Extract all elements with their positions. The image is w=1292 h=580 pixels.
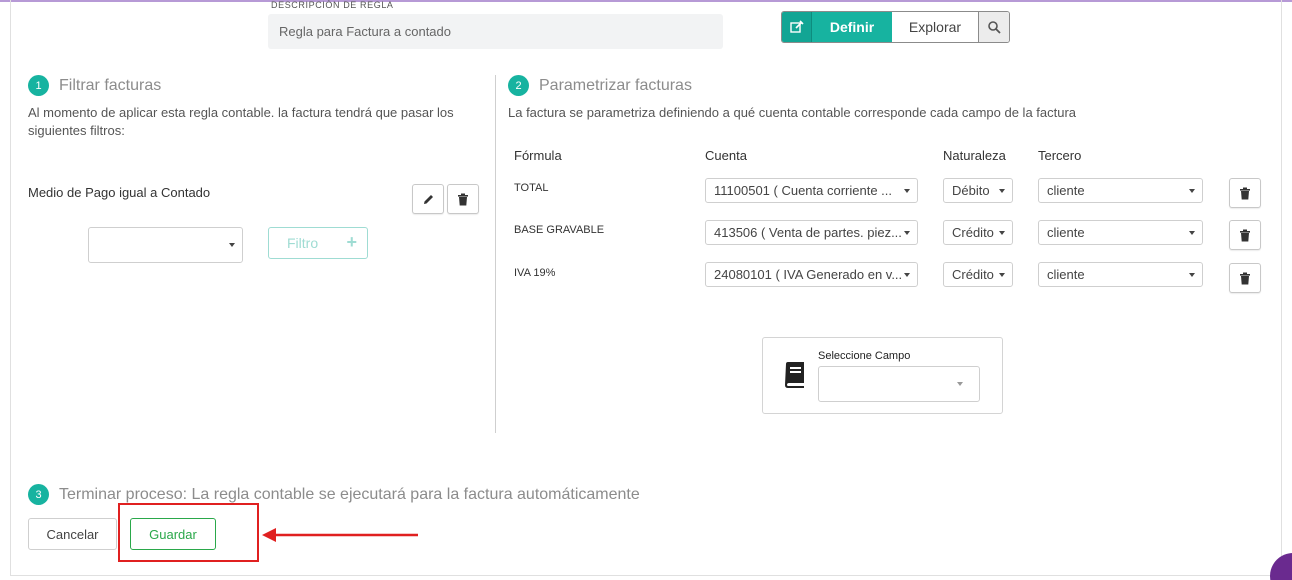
step1-title: Filtrar facturas <box>59 76 162 94</box>
tercero-select[interactable]: cliente <box>1038 220 1203 245</box>
explore-mode-button[interactable]: Explorar <box>892 12 979 42</box>
step-number-badge: 3 <box>28 484 49 505</box>
step-number-badge: 1 <box>28 75 49 96</box>
naturaleza-select[interactable]: Crédito <box>943 220 1013 245</box>
arrow-left-icon <box>262 528 418 542</box>
cuenta-select-value: 24080101 ( IVA Generado en v... <box>714 267 903 282</box>
chevron-down-icon <box>1189 230 1195 235</box>
plus-icon: + <box>346 232 357 252</box>
highlight-annotation-box <box>118 503 259 562</box>
tercero-select-value: cliente <box>1047 225 1085 240</box>
step2-help-text: La factura se parametriza definiendo a q… <box>508 105 1077 120</box>
delete-row-button[interactable] <box>1229 263 1261 293</box>
tercero-select-value: cliente <box>1047 267 1085 282</box>
chevron-down-icon <box>957 382 963 386</box>
delete-row-button[interactable] <box>1229 178 1261 208</box>
row-formula: TOTAL <box>514 182 549 194</box>
edit-filter-button[interactable] <box>412 184 444 214</box>
row-formula: BASE GRAVABLE <box>514 224 605 236</box>
trash-icon <box>1240 187 1250 199</box>
select-field-label: Seleccione Campo <box>818 350 911 362</box>
filter-field-select[interactable] <box>88 227 243 263</box>
add-filter-button[interactable]: Filtro + <box>268 227 368 259</box>
book-icon <box>785 362 804 388</box>
chevron-down-icon <box>904 272 910 277</box>
step3-header: 3 Terminar proceso: La regla contable se… <box>28 484 640 505</box>
cuenta-select-value: 11100501 ( Cuenta corriente ... <box>714 183 893 198</box>
chevron-down-icon <box>999 188 1005 193</box>
search-icon[interactable] <box>979 12 1009 42</box>
cancel-button[interactable]: Cancelar <box>28 518 117 550</box>
delete-row-button[interactable] <box>1229 220 1261 250</box>
trash-icon <box>1240 272 1250 284</box>
chevron-down-icon <box>999 230 1005 235</box>
tercero-select[interactable]: cliente <box>1038 178 1203 203</box>
column-header-cuenta: Cuenta <box>705 148 747 163</box>
filter-condition-text: Medio de Pago igual a Contado <box>28 185 211 200</box>
chevron-down-icon <box>904 188 910 193</box>
naturaleza-select-value: Crédito <box>952 267 994 282</box>
pencil-icon <box>423 194 433 204</box>
delete-filter-button[interactable] <box>447 184 479 214</box>
column-header-naturaleza: Naturaleza <box>943 148 1006 163</box>
chevron-down-icon <box>904 230 910 235</box>
naturaleza-select[interactable]: Crédito <box>943 262 1013 287</box>
trash-icon <box>458 193 468 205</box>
column-header-formula: Fórmula <box>514 148 562 163</box>
select-field-dropdown[interactable] <box>818 366 980 402</box>
tercero-select[interactable]: cliente <box>1038 262 1203 287</box>
chevron-down-icon <box>999 272 1005 277</box>
cuenta-select[interactable]: 11100501 ( Cuenta corriente ... <box>705 178 918 203</box>
row-formula: IVA 19% <box>514 267 556 279</box>
mode-toggle: Definir Explorar <box>781 11 1010 43</box>
naturaleza-select-value: Crédito <box>952 225 994 240</box>
add-filter-label: Filtro <box>287 235 319 251</box>
description-label: DESCRIPCIÓN DE REGLA <box>271 0 394 10</box>
step1-header: 1 Filtrar facturas <box>28 75 161 96</box>
chevron-down-icon <box>1189 188 1195 193</box>
chevron-down-icon <box>1189 272 1195 277</box>
tercero-select-value: cliente <box>1047 183 1085 198</box>
column-header-tercero: Tercero <box>1038 148 1082 163</box>
step1-help-text: Al momento de aplicar esta regla contabl… <box>28 105 454 138</box>
define-mode-button[interactable]: Definir <box>812 12 892 42</box>
step3-title: Terminar proceso: La regla contable se e… <box>59 485 640 503</box>
trash-icon <box>1240 229 1250 241</box>
naturaleza-select[interactable]: Débito <box>943 178 1013 203</box>
column-divider <box>495 75 496 433</box>
select-field-card: Seleccione Campo <box>762 337 1003 414</box>
description-input[interactable]: Regla para Factura a contado <box>268 14 723 49</box>
cuenta-select-value: 413506 ( Venta de partes. piez... <box>714 225 902 240</box>
step2-title: Parametrizar facturas <box>539 76 692 94</box>
step-number-badge: 2 <box>508 75 529 96</box>
chevron-down-icon <box>229 243 235 247</box>
cuenta-select[interactable]: 24080101 ( IVA Generado en v... <box>705 262 918 287</box>
naturaleza-select-value: Débito <box>952 183 990 198</box>
edit-square-icon[interactable] <box>782 12 812 42</box>
cuenta-select[interactable]: 413506 ( Venta de partes. piez... <box>705 220 918 245</box>
step2-header: 2 Parametrizar facturas <box>508 75 692 96</box>
